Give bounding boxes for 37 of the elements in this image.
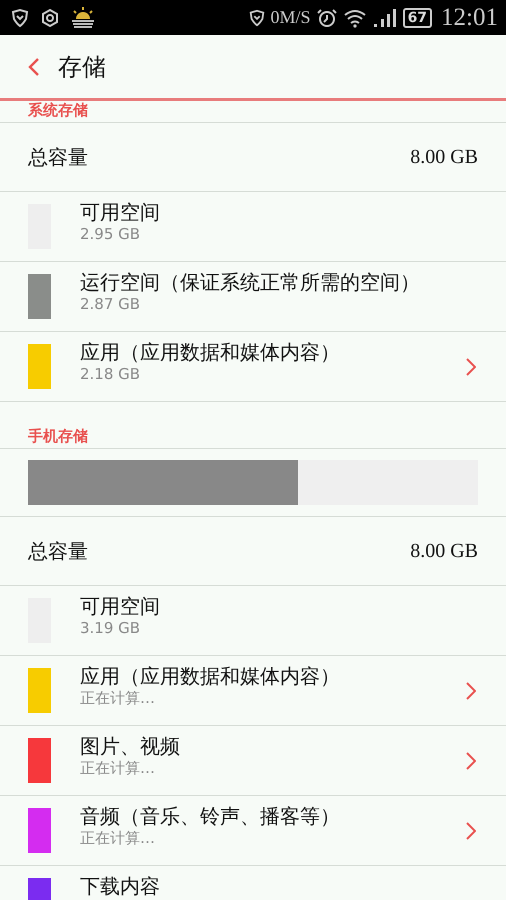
total-value: 8.00 GB xyxy=(410,146,478,168)
page-title: 存储 xyxy=(58,52,106,82)
shield-icon xyxy=(248,8,266,26)
item-size: 正在计算… xyxy=(80,689,156,708)
section-title: 系统存储 xyxy=(28,101,88,120)
storage-item[interactable]: 应用（应用数据和媒体内容） 正在计算… xyxy=(0,656,506,726)
wifi-icon xyxy=(342,8,367,28)
signal-icon xyxy=(372,8,398,28)
clock: 12:01 xyxy=(441,4,498,32)
network-speed: 0M/S xyxy=(270,7,311,28)
item-size: 2.18 GB xyxy=(80,365,142,383)
battery-level: 67 xyxy=(402,8,432,28)
storage-item[interactable]: 应用（应用数据和媒体内容） 2.18 GB xyxy=(0,332,506,402)
item-name: 下载内容 xyxy=(80,874,161,899)
total-label: 总容量 xyxy=(28,144,88,170)
shield-icon xyxy=(10,8,30,28)
item-size: 3.19 GB xyxy=(80,619,142,637)
item-name: 音频（音乐、铃声、播客等） xyxy=(80,804,341,829)
item-name: 运行空间（保证系统正常所需的空间） xyxy=(80,270,421,295)
total-label: 总容量 xyxy=(28,538,88,564)
item-name: 应用（应用数据和媒体内容） xyxy=(80,340,341,365)
back-icon xyxy=(28,56,40,76)
item-name: 可用空间 xyxy=(80,594,161,619)
storage-item[interactable]: 图片、视频 正在计算… xyxy=(0,726,506,796)
item-name: 可用空间 xyxy=(80,200,161,225)
item-size: 正在计算… xyxy=(80,759,156,778)
item-size: 2.87 GB xyxy=(80,295,142,313)
item-name: 图片、视频 xyxy=(80,734,181,759)
storage-item[interactable]: 音频（音乐、铃声、播客等） 正在计算… xyxy=(0,796,506,866)
alarm-icon xyxy=(316,6,338,28)
sunset-icon xyxy=(70,6,96,30)
item-size: 2.95 GB xyxy=(80,225,142,243)
section-title: 手机存储 xyxy=(28,427,88,446)
item-name: 应用（应用数据和媒体内容） xyxy=(80,664,341,689)
total-value: 8.00 GB xyxy=(410,540,478,562)
item-size: 正在计算… xyxy=(80,829,156,848)
target-icon xyxy=(40,8,60,28)
